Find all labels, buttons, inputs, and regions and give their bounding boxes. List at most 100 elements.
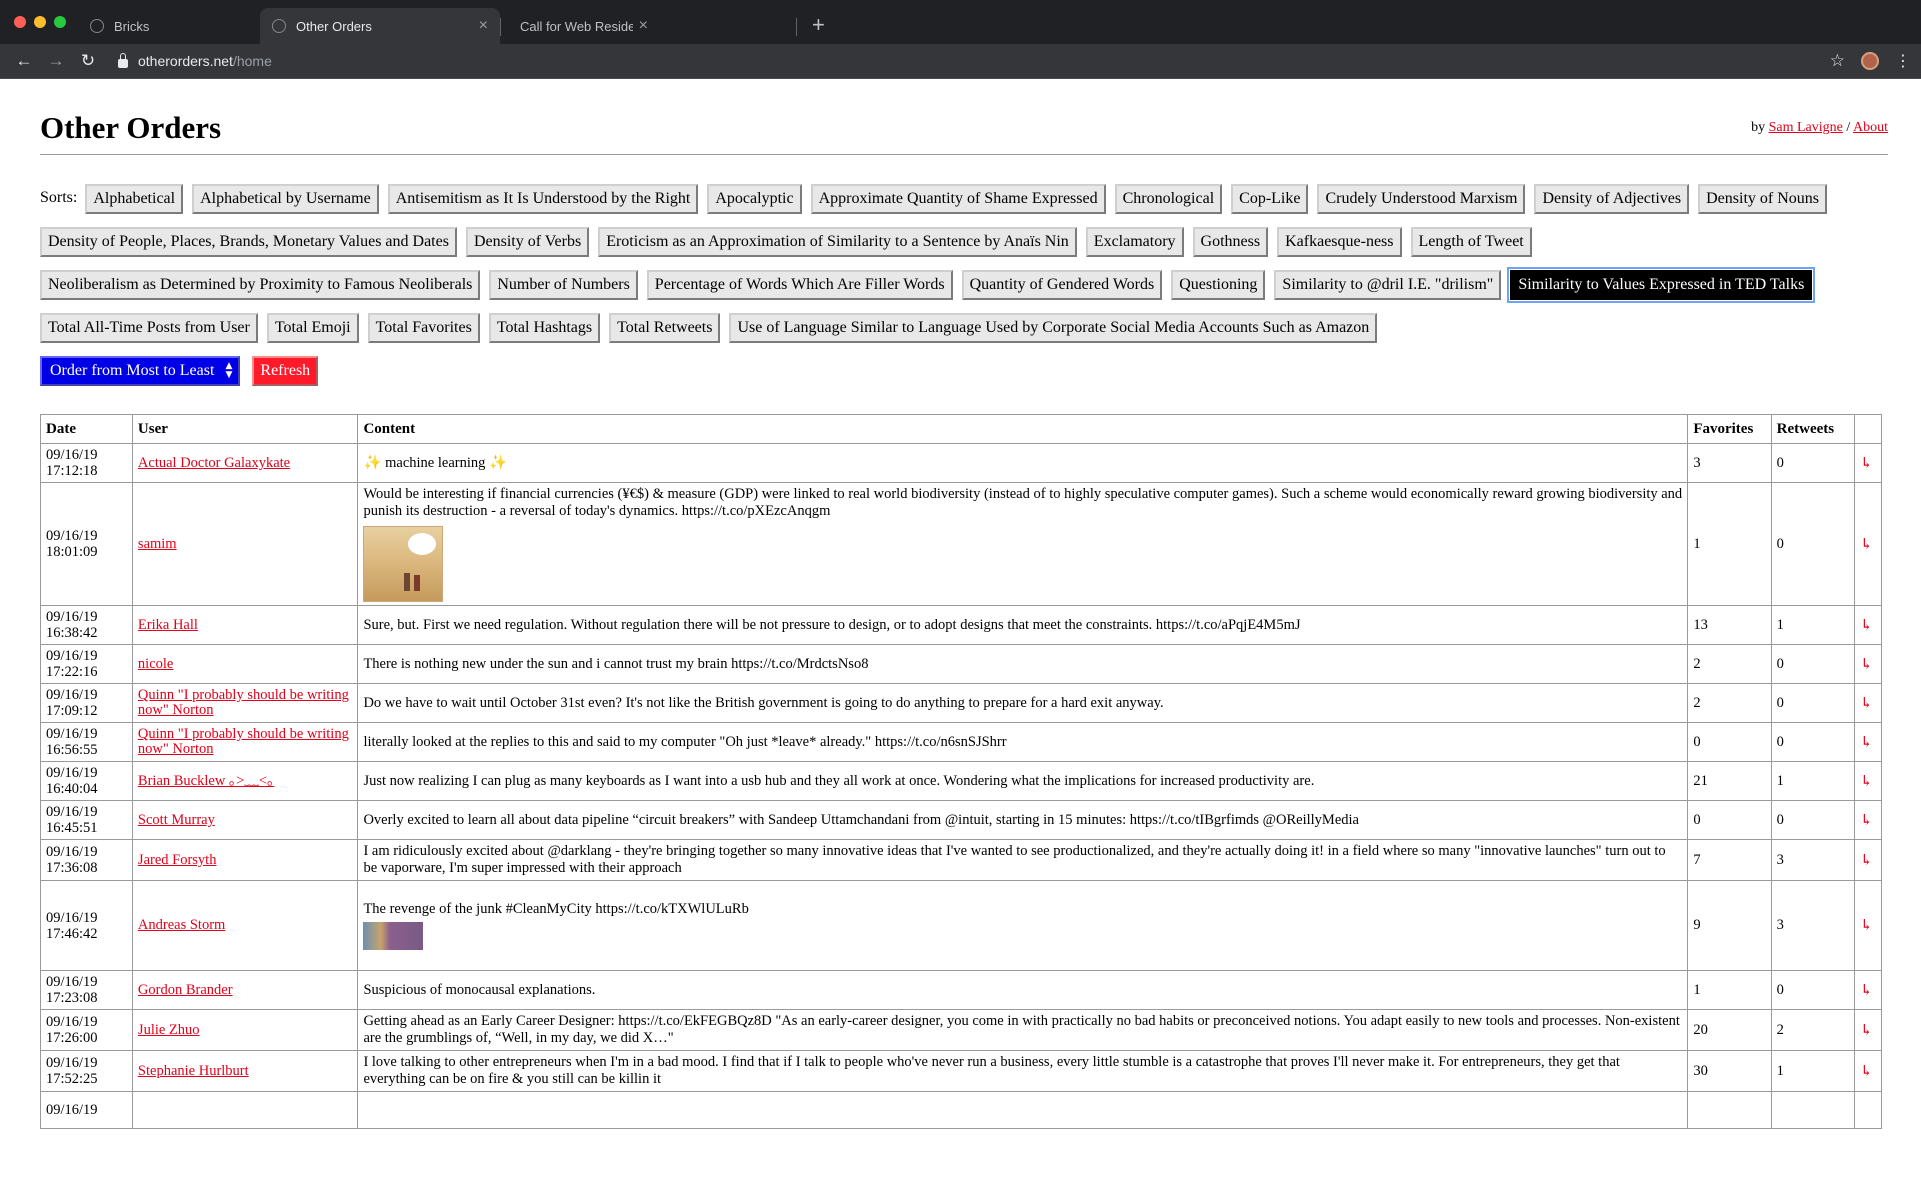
share-arrow-icon[interactable]: ↳: [1854, 761, 1882, 802]
favorites-cell: 30: [1687, 1050, 1772, 1093]
bookmark-star-icon[interactable]: ☆: [1830, 51, 1845, 71]
tweet-text: Just now realizing I can plug as many ke…: [363, 772, 1315, 789]
user-cell: nicole: [131, 644, 359, 685]
tab-other-orders[interactable]: Other Orders ×: [260, 8, 500, 44]
table-row: 09/16/19 16:45:51 Scott Murray Overly exci…: [40, 800, 1882, 841]
sort-button[interactable]: Quantity of Gendered Words: [961, 269, 1163, 300]
tab-call-for-web-residencies[interactable]: Call for Web Residencies by Sc ×: [500, 8, 660, 44]
column-header-favorites[interactable]: Favorites: [1687, 414, 1772, 445]
user-link[interactable]: Stephanie Hurlburt: [138, 1063, 249, 1079]
sort-button[interactable]: Length of Tweet: [1410, 226, 1532, 257]
favorites-cell: 2: [1687, 644, 1772, 685]
site-header: Other Orders by Sam Lavigne / About: [40, 109, 1888, 156]
sort-button[interactable]: Exclamatory: [1085, 226, 1184, 257]
close-window-button[interactable]: [14, 16, 26, 28]
share-arrow-icon[interactable]: ↳: [1854, 482, 1882, 607]
sort-button[interactable]: Eroticism as an Approximation of Similar…: [598, 226, 1077, 257]
sort-button[interactable]: Similarity to @dril I.E. "drilism": [1274, 269, 1502, 300]
sort-options: Sorts: Alphabetical Alphabetical by User…: [40, 176, 1888, 391]
minimize-window-button[interactable]: [34, 16, 46, 28]
column-header-retweets[interactable]: Retweets: [1770, 414, 1856, 445]
sort-button[interactable]: Percentage of Words Which Are Filler Wor…: [646, 269, 953, 300]
user-link[interactable]: Quinn "I probably should be writing now"…: [138, 687, 349, 718]
retweets-cell: 0: [1770, 970, 1856, 1011]
author-link[interactable]: Sam Lavigne: [1769, 120, 1843, 135]
browser-menu-icon[interactable]: ⋮: [1895, 51, 1911, 71]
table-row: 09/16/19 17:36:08 Jared Forsyth I am ridic…: [40, 839, 1882, 882]
sort-button[interactable]: Density of People, Places, Brands, Monet…: [40, 226, 457, 257]
sort-button[interactable]: Approximate Quantity of Shame Expressed: [810, 183, 1106, 214]
user-cell: samim: [131, 482, 359, 607]
refresh-button[interactable]: Refresh: [252, 355, 319, 386]
sort-button[interactable]: Similarity to Values Expressed in TED Ta…: [1507, 266, 1816, 303]
user-link[interactable]: Actual Doctor Galaxykate: [138, 455, 290, 471]
share-arrow-icon[interactable]: ↳: [1854, 644, 1882, 685]
sort-button[interactable]: Antisemitism as It Is Understood by the …: [387, 183, 699, 214]
column-header-content[interactable]: Content: [357, 414, 1689, 445]
tweet-image[interactable]: [363, 922, 424, 951]
close-icon[interactable]: ×: [639, 17, 648, 35]
address-bar[interactable]: otherorders.net/home: [138, 53, 1830, 69]
user-link[interactable]: Gordon Brander: [138, 982, 233, 998]
user-link[interactable]: Julie Zhuo: [138, 1022, 200, 1038]
share-arrow-icon[interactable]: ↳: [1854, 880, 1882, 972]
date-cell: 09/16/19 17:52:25: [40, 1050, 133, 1093]
sort-button[interactable]: Gothness: [1192, 226, 1269, 257]
user-link[interactable]: Andreas Storm: [138, 917, 225, 933]
about-link[interactable]: About: [1853, 120, 1888, 135]
table-row: 09/16/19: [40, 1091, 1882, 1130]
user-link[interactable]: nicole: [138, 656, 173, 672]
sort-button[interactable]: Questioning: [1171, 269, 1266, 300]
share-arrow-icon[interactable]: ↳: [1854, 722, 1882, 763]
user-link[interactable]: Erika Hall: [138, 617, 198, 633]
sort-button[interactable]: Alphabetical: [85, 183, 184, 214]
sort-button[interactable]: Total Emoji: [266, 312, 359, 343]
share-arrow-icon[interactable]: ↳: [1854, 605, 1882, 646]
user-link[interactable]: samim: [138, 536, 177, 552]
share-arrow-icon[interactable]: ↳: [1854, 839, 1882, 882]
sort-button[interactable]: Use of Language Similar to Language Used…: [729, 312, 1378, 343]
forward-arrow-icon[interactable]: →: [42, 51, 70, 71]
maximize-window-button[interactable]: [54, 16, 66, 28]
column-header-user[interactable]: User: [131, 414, 359, 445]
new-tab-button[interactable]: +: [812, 12, 825, 38]
sort-button[interactable]: Total Hashtags: [488, 312, 601, 343]
column-header-date[interactable]: Date: [40, 414, 133, 445]
user-cell: Jared Forsyth: [131, 839, 359, 882]
share-arrow-icon[interactable]: ↳: [1854, 970, 1882, 1011]
user-link[interactable]: Scott Murray: [138, 812, 215, 828]
sort-button[interactable]: Alphabetical by Username: [192, 183, 379, 214]
sort-button[interactable]: Total Favorites: [367, 312, 480, 343]
order-select[interactable]: Order from Most to Least ▲ ▼: [40, 355, 241, 386]
sort-button[interactable]: Chronological: [1114, 183, 1223, 214]
user-link[interactable]: Jared Forsyth: [138, 852, 217, 868]
share-arrow-icon[interactable]: ↳: [1854, 800, 1882, 841]
retweets-cell: 2: [1770, 1009, 1856, 1052]
user-link[interactable]: Quinn "I probably should be writing now"…: [138, 726, 349, 757]
sort-button[interactable]: Density of Adjectives: [1534, 183, 1690, 214]
user-link[interactable]: Brian Bucklew ｡>﹏<｡: [138, 773, 274, 789]
sort-button[interactable]: Number of Numbers: [489, 269, 638, 300]
sort-button[interactable]: Cop-Like: [1231, 183, 1309, 214]
user-cell: Quinn "I probably should be writing now"…: [131, 722, 359, 763]
browser-tab-bar: Bricks × Other Orders × Call for Web Res…: [0, 0, 1921, 44]
sort-button[interactable]: Kafkaesque-ness: [1277, 226, 1402, 257]
profile-avatar[interactable]: [1861, 52, 1879, 70]
back-arrow-icon[interactable]: ←: [10, 51, 38, 71]
sort-button[interactable]: Apocalyptic: [707, 183, 802, 214]
sort-button[interactable]: Total All-Time Posts from User: [40, 312, 258, 343]
sort-button[interactable]: Crudely Understood Marxism: [1317, 183, 1526, 214]
tweet-table-body: 09/16/19 17:12:18 Actual Doctor Galaxykat…: [40, 443, 1882, 1130]
share-arrow-icon[interactable]: ↳: [1854, 1009, 1882, 1052]
share-arrow-icon[interactable]: ↳: [1854, 683, 1882, 724]
share-arrow-icon[interactable]: ↳: [1854, 1050, 1882, 1093]
tweet-image[interactable]: [363, 526, 444, 603]
content-cell: Overly excited to learn all about data p…: [357, 800, 1689, 841]
close-icon[interactable]: ×: [479, 17, 488, 35]
share-arrow-icon[interactable]: ↳: [1854, 443, 1882, 484]
sort-button[interactable]: Neoliberalism as Determined by Proximity…: [40, 269, 481, 300]
sort-button[interactable]: Density of Verbs: [465, 226, 590, 257]
reload-icon[interactable]: ↻: [74, 51, 102, 71]
sort-button[interactable]: Total Retweets: [609, 312, 721, 343]
sort-button[interactable]: Density of Nouns: [1698, 183, 1827, 214]
